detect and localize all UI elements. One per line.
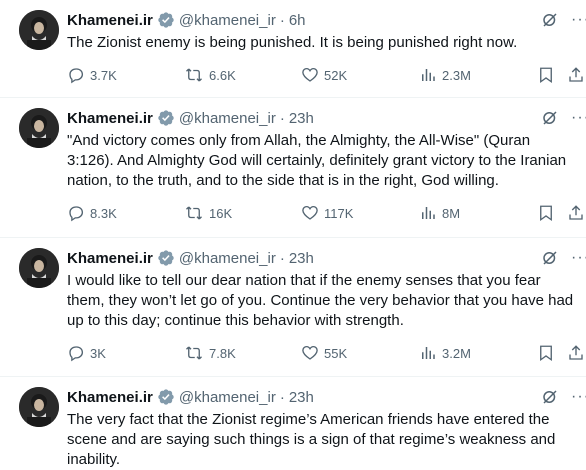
views-button[interactable]: 2.3M [419, 65, 471, 85]
tweet-text: The very fact that the Zionist regime’s … [67, 411, 556, 468]
repost-count: 7.8K [209, 345, 236, 361]
like-icon [302, 205, 318, 220]
separator-dot: · [279, 249, 285, 267]
account-handle[interactable]: @khamenei_ir [179, 110, 276, 127]
account-handle[interactable]: @khamenei_ir [179, 250, 276, 267]
share-icon[interactable] [567, 203, 585, 223]
tweet-text: The Zionist enemy is being punished. It … [67, 34, 518, 51]
like-count: 52K [324, 67, 348, 83]
tweet-header: Khamenei.ir @khamenei_ir · 23h [67, 108, 314, 128]
action-bar: 3.7K 6.6K 52K 2.3M [67, 65, 586, 85]
like-icon [302, 345, 318, 360]
separator-dot: · [279, 109, 285, 127]
tweet-time[interactable]: 6h [289, 12, 306, 29]
repost-icon [186, 346, 202, 360]
tweet-text: "And victory comes only from Allah, the … [67, 132, 567, 189]
like-icon [302, 67, 318, 82]
grok-icon[interactable] [541, 11, 559, 34]
grok-icon[interactable] [541, 249, 559, 272]
account-name[interactable]: Khamenei.ir [67, 250, 153, 267]
tweet[interactable]: Khamenei.ir @khamenei_ir · 23h ··· I wou… [0, 238, 586, 377]
account-handle[interactable]: @khamenei_ir [179, 12, 276, 29]
verified-icon [157, 388, 175, 406]
more-icon[interactable]: ··· [571, 388, 586, 406]
like-count: 55K [324, 345, 348, 361]
grok-icon[interactable] [541, 109, 559, 132]
verified-icon [157, 109, 175, 127]
reply-button[interactable]: 8.3K [67, 203, 117, 223]
bookmark-icon[interactable] [537, 203, 555, 223]
tweet-text: I would like to tell our dear nation tha… [67, 272, 574, 329]
reply-count: 8.3K [90, 205, 117, 221]
views-count: 3.2M [442, 345, 471, 361]
tweet-time[interactable]: 23h [289, 250, 314, 267]
account-name[interactable]: Khamenei.ir [67, 12, 153, 29]
verified-icon [157, 249, 175, 267]
grok-icon[interactable] [541, 388, 559, 411]
like-button[interactable]: 55K [301, 343, 347, 363]
repost-count: 16K [209, 205, 233, 221]
share-icon[interactable] [567, 343, 585, 363]
avatar[interactable] [19, 248, 59, 288]
repost-button[interactable]: 7.8K [184, 343, 236, 363]
action-bar: 8.3K 16K 117K 8M [67, 203, 586, 223]
tweet-header: Khamenei.ir @khamenei_ir · 6h [67, 10, 306, 30]
avatar[interactable] [19, 387, 59, 427]
account-handle[interactable]: @khamenei_ir [179, 389, 276, 406]
avatar[interactable] [19, 10, 59, 50]
account-name[interactable]: Khamenei.ir [67, 389, 153, 406]
reply-count: 3.7K [90, 67, 117, 83]
more-icon[interactable]: ··· [571, 109, 586, 127]
tweet[interactable]: Khamenei.ir @khamenei_ir · 6h ··· The Zi… [0, 0, 586, 98]
action-bar: 3K 7.8K 55K 3.2M [67, 343, 586, 363]
repost-button[interactable]: 16K [184, 203, 232, 223]
reply-icon [69, 346, 84, 362]
like-button[interactable]: 52K [301, 65, 347, 85]
tweet-time[interactable]: 23h [289, 389, 314, 406]
views-button[interactable]: 8M [419, 203, 460, 223]
bookmark-icon[interactable] [537, 343, 555, 363]
more-icon[interactable]: ··· [571, 11, 586, 29]
reply-button[interactable]: 3K [67, 343, 106, 363]
tweet-time[interactable]: 23h [289, 110, 314, 127]
views-icon [422, 69, 435, 81]
tweet-header: Khamenei.ir @khamenei_ir · 23h [67, 248, 314, 268]
account-name[interactable]: Khamenei.ir [67, 110, 153, 127]
repost-icon [186, 206, 202, 220]
separator-dot: · [279, 388, 285, 406]
like-count: 117K [324, 205, 354, 221]
reply-button[interactable]: 3.7K [67, 65, 117, 85]
bookmark-icon[interactable] [537, 65, 555, 85]
repost-button[interactable]: 6.6K [184, 65, 236, 85]
views-count: 8M [442, 205, 461, 221]
tweet[interactable]: Khamenei.ir @khamenei_ir · 23h ··· "And … [0, 98, 586, 238]
reply-count: 3K [90, 345, 106, 361]
reply-icon [69, 206, 84, 222]
views-icon [422, 347, 435, 359]
views-count: 2.3M [442, 67, 471, 83]
tweet-header: Khamenei.ir @khamenei_ir · 23h [67, 387, 314, 407]
repost-icon [186, 68, 202, 82]
separator-dot: · [279, 11, 285, 29]
avatar[interactable] [19, 108, 59, 148]
reply-icon [69, 68, 84, 84]
verified-icon [157, 11, 175, 29]
more-icon[interactable]: ··· [571, 249, 586, 267]
like-button[interactable]: 117K [301, 203, 353, 223]
tweet[interactable]: Khamenei.ir @khamenei_ir · 23h ··· The v… [0, 377, 586, 468]
repost-count: 6.6K [209, 67, 236, 83]
views-button[interactable]: 3.2M [419, 343, 471, 363]
share-icon[interactable] [567, 65, 585, 85]
views-icon [422, 207, 435, 219]
